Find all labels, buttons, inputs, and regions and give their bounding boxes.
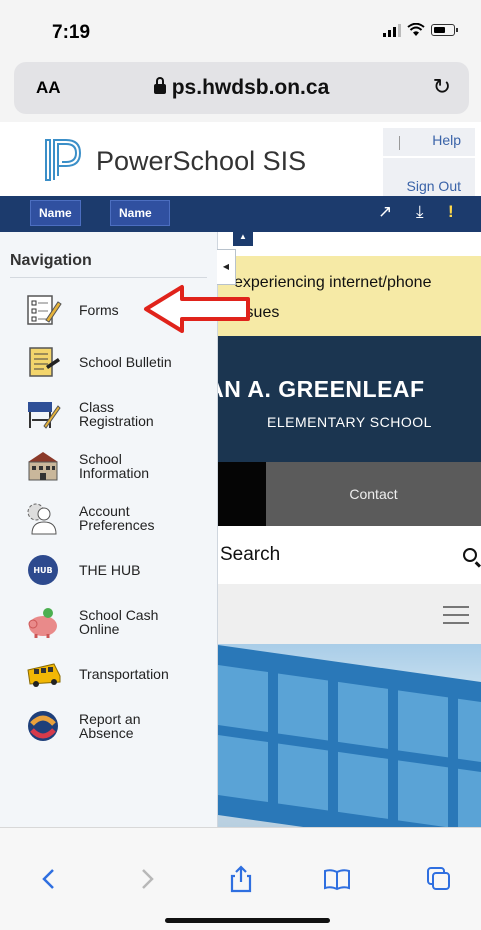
top-nav-bar: Name Name ↗ ⤓ ! bbox=[0, 196, 481, 232]
open-external-icon[interactable]: ↗ bbox=[378, 202, 392, 222]
back-icon[interactable] bbox=[34, 864, 64, 894]
browser-toolbar bbox=[0, 827, 481, 930]
url-text: ps.hwdsb.on.ca bbox=[171, 76, 330, 99]
status-icons bbox=[383, 23, 458, 37]
school-banner: LLAN A. GREENLEAF ELEMENTARY SCHOOL bbox=[218, 336, 481, 462]
hub-icon: HUB bbox=[28, 555, 58, 585]
school-name: LLAN A. GREENLEAF bbox=[218, 376, 425, 402]
nav-item-label: Class Registration bbox=[79, 399, 154, 429]
nav-item-label: School Cash Online bbox=[79, 607, 159, 637]
nav-item-label: THE HUB bbox=[79, 562, 141, 578]
alert-line-2: issues bbox=[234, 304, 280, 321]
bulletin-icon bbox=[29, 347, 60, 377]
alert-line-1: experiencing internet/phone bbox=[234, 274, 432, 291]
bookmarks-icon[interactable] bbox=[322, 864, 352, 894]
hamburger-menu-icon[interactable] bbox=[443, 606, 469, 624]
powerschool-header: PowerSchool SIS Help Sign Out bbox=[0, 122, 481, 196]
nav-item-label: School Information bbox=[79, 451, 150, 481]
building-windows bbox=[218, 644, 481, 827]
school-subtitle: ELEMENTARY SCHOOL bbox=[267, 414, 432, 430]
nav-item-class-registration[interactable]: Class Registration bbox=[24, 392, 214, 436]
alert-banner: experiencing internet/phone issues bbox=[218, 256, 481, 336]
share-icon[interactable] bbox=[226, 864, 256, 894]
lock-icon bbox=[153, 77, 166, 94]
wifi-icon bbox=[407, 23, 425, 36]
nav-item-account-preferences[interactable]: Account Preferences bbox=[24, 496, 214, 540]
status-bar: 7:19 bbox=[0, 0, 481, 58]
student-name-tab-2[interactable]: Name bbox=[110, 200, 170, 226]
reload-icon[interactable]: ↻ bbox=[433, 74, 451, 100]
address-bar[interactable]: AA ps.hwdsb.on.ca ↻ bbox=[14, 62, 469, 114]
report-absence-icon bbox=[28, 711, 58, 741]
class-registration-icon bbox=[28, 402, 61, 429]
browser-address-area: AA ps.hwdsb.on.ca ↻ bbox=[0, 58, 481, 122]
site-menu-row: Contact bbox=[218, 462, 481, 526]
nav-item-report-absence[interactable]: Report an Absence bbox=[24, 704, 214, 748]
site-search[interactable]: Search bbox=[218, 526, 481, 584]
powerschool-logo-icon bbox=[45, 139, 82, 181]
nav-item-label: Report an Absence bbox=[79, 711, 141, 741]
piggy-bank-icon bbox=[28, 608, 57, 638]
search-label: Search bbox=[220, 544, 281, 565]
screen: 7:19 AA ps.hwdsb.on.ca ↻ PowerSchool SIS… bbox=[0, 0, 481, 930]
page-title: PowerSchool SIS bbox=[96, 146, 307, 176]
contact-link[interactable]: Contact bbox=[266, 462, 481, 526]
sign-out-button[interactable]: Sign Out bbox=[383, 158, 475, 196]
collapse-drawer-button[interactable]: ◀ bbox=[217, 249, 236, 285]
school-building-icon bbox=[28, 452, 58, 481]
menu-item-dark[interactable] bbox=[218, 462, 266, 526]
nav-item-label: School Bulletin bbox=[79, 354, 172, 370]
search-icon[interactable] bbox=[463, 548, 477, 562]
account-preferences-icon bbox=[27, 503, 57, 535]
school-website-content: experiencing internet/phone issues LLAN … bbox=[218, 232, 481, 827]
nav-item-school-cash-online[interactable]: School Cash Online bbox=[24, 600, 214, 644]
nav-item-school-information[interactable]: School Information bbox=[24, 444, 214, 488]
nav-item-school-bulletin[interactable]: School Bulletin bbox=[24, 340, 214, 384]
alert-icon[interactable]: ! bbox=[448, 202, 454, 222]
navigation-divider bbox=[10, 277, 207, 278]
help-button[interactable]: Help bbox=[383, 128, 475, 156]
download-icon[interactable]: ⤓ bbox=[416, 202, 424, 222]
red-arrow-annotation bbox=[144, 285, 250, 333]
signal-icon bbox=[383, 23, 401, 37]
nav-item-label: Forms bbox=[79, 302, 119, 318]
school-bus-icon bbox=[27, 663, 61, 687]
collapse-up-icon[interactable]: ▲ bbox=[233, 232, 253, 246]
tabs-icon[interactable] bbox=[424, 864, 454, 894]
navigation-title: Navigation bbox=[10, 252, 92, 269]
school-building-photo bbox=[218, 644, 481, 827]
forms-icon bbox=[27, 295, 62, 325]
status-time: 7:19 bbox=[52, 22, 91, 43]
student-name-tab-1[interactable]: Name bbox=[30, 200, 81, 226]
svg-text:HUB: HUB bbox=[33, 566, 52, 575]
battery-icon bbox=[431, 24, 458, 36]
site-menu-bar bbox=[218, 584, 481, 644]
forward-icon[interactable] bbox=[132, 864, 162, 894]
nav-item-label: Transportation bbox=[79, 666, 169, 682]
nav-item-the-hub[interactable]: HUB THE HUB bbox=[24, 548, 214, 592]
home-indicator[interactable] bbox=[165, 918, 330, 923]
url-display[interactable]: ps.hwdsb.on.ca bbox=[14, 76, 469, 100]
nav-item-label: Account Preferences bbox=[79, 503, 155, 533]
nav-item-transportation[interactable]: Transportation bbox=[24, 652, 214, 696]
